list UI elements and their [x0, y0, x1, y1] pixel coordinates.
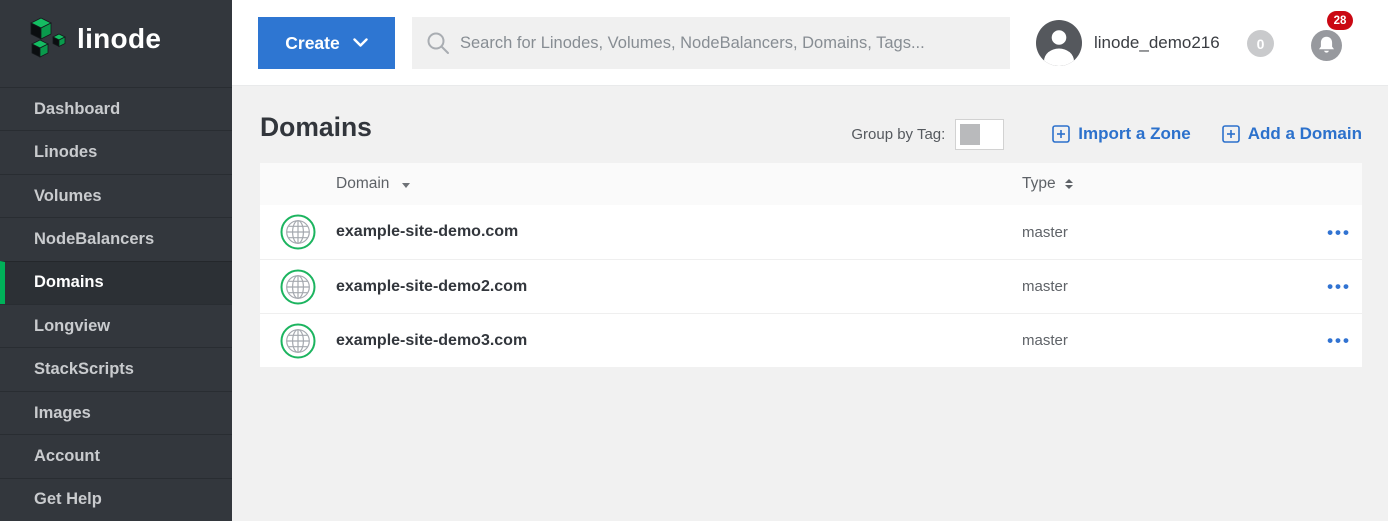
table-header-row: Domain Type — [260, 163, 1362, 205]
domain-name-link[interactable]: example-site-demo2.com — [336, 278, 527, 296]
managed-count-badge: 0 — [1247, 30, 1274, 57]
sidebar-item-nodebalancers[interactable]: NodeBalancers — [0, 217, 232, 260]
sidebar-item-volumes[interactable]: Volumes — [0, 174, 232, 217]
logo-cubes-icon — [26, 16, 68, 65]
import-zone-label: Import a Zone — [1078, 124, 1190, 144]
domains-table: Domain Type — [260, 163, 1362, 367]
sidebar-item-get-help[interactable]: Get Help — [0, 478, 232, 521]
create-button-label: Create — [285, 33, 339, 54]
search-input[interactable] — [460, 34, 1000, 53]
sidebar-item-dashboard[interactable]: Dashboard — [0, 87, 232, 130]
page-header-controls: Group by Tag: Import a Zone Add a Domain — [851, 118, 1362, 150]
sidebar-item-stackscripts[interactable]: StackScripts — [0, 347, 232, 390]
create-button[interactable]: Create — [258, 17, 395, 69]
sidebar-item-domains[interactable]: Domains — [0, 261, 232, 304]
sidebar-item-images[interactable]: Images — [0, 391, 232, 434]
sidebar-item-longview[interactable]: Longview — [0, 304, 232, 347]
notification-count-badge: 28 — [1327, 11, 1353, 30]
plus-square-icon — [1052, 125, 1070, 143]
table-row[interactable]: example-site-demo.com master ••• — [260, 205, 1362, 259]
bell-icon — [1311, 30, 1342, 61]
domain-type: master — [1022, 332, 1068, 349]
avatar — [1036, 20, 1082, 66]
row-actions-button[interactable]: ••• — [1325, 328, 1353, 353]
domain-name-link[interactable]: example-site-demo.com — [336, 223, 518, 241]
add-domain-label: Add a Domain — [1248, 124, 1362, 144]
globe-icon — [280, 323, 316, 359]
sort-desc-icon — [402, 183, 410, 188]
toggle-knob — [960, 124, 980, 145]
topbar: Create linode_demo216 0 — [232, 0, 1388, 86]
plus-square-icon — [1222, 125, 1240, 143]
table-row[interactable]: example-site-demo3.com master ••• — [260, 313, 1362, 367]
page-title: Domains — [260, 112, 372, 143]
row-actions-button[interactable]: ••• — [1325, 274, 1353, 299]
linode-logo[interactable]: linode — [0, 0, 232, 79]
row-actions-button[interactable]: ••• — [1325, 220, 1353, 245]
group-by-tag-toggle[interactable] — [955, 119, 1004, 150]
sidebar-nav: Dashboard Linodes Volumes NodeBalancers … — [0, 87, 232, 521]
globe-icon — [280, 214, 316, 250]
column-header-type[interactable]: Type — [1022, 175, 1073, 193]
import-zone-link[interactable]: Import a Zone — [1052, 124, 1190, 144]
chevron-down-icon — [353, 38, 368, 48]
table-row[interactable]: example-site-demo2.com master ••• — [260, 259, 1362, 313]
sort-icon — [1065, 179, 1073, 190]
user-menu[interactable]: linode_demo216 — [1036, 20, 1220, 66]
globe-icon — [280, 269, 316, 305]
global-search — [412, 17, 1010, 69]
main-content: Domains Group by Tag: Import a Zone Add … — [232, 86, 1388, 521]
domain-type: master — [1022, 224, 1068, 241]
group-by-tag-label: Group by Tag: — [851, 126, 945, 143]
column-header-domain[interactable]: Domain — [336, 175, 410, 193]
sidebar-item-account[interactable]: Account — [0, 434, 232, 477]
brand-wordmark: linode — [77, 25, 161, 57]
column-header-type-label: Type — [1022, 175, 1056, 193]
notifications-button[interactable] — [1311, 30, 1342, 61]
domain-type: master — [1022, 278, 1068, 295]
sidebar-item-linodes[interactable]: Linodes — [0, 130, 232, 173]
sidebar: linode Dashboard Linodes Volumes NodeBal… — [0, 0, 232, 521]
domain-name-link[interactable]: example-site-demo3.com — [336, 332, 527, 350]
search-icon — [425, 30, 451, 56]
username: linode_demo216 — [1094, 33, 1220, 53]
add-domain-link[interactable]: Add a Domain — [1222, 124, 1362, 144]
column-header-domain-label: Domain — [336, 175, 389, 193]
